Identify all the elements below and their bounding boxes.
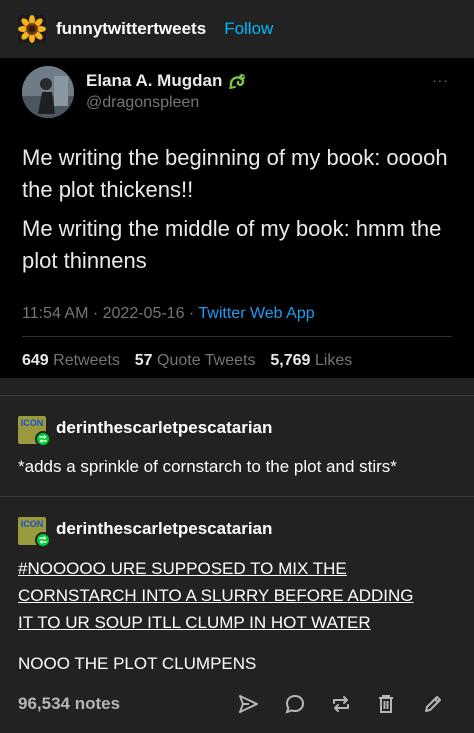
author-photo-icon: [22, 66, 74, 118]
sunflower-icon: [18, 15, 46, 43]
reblogger-name[interactable]: derinthescarletpescatarian: [56, 519, 272, 539]
notes-count[interactable]: 96,534 notes: [18, 694, 120, 714]
edit-icon[interactable]: [419, 690, 447, 718]
more-options-icon: ···: [432, 72, 449, 88]
quotes-label: Quote Tweets: [157, 352, 256, 369]
post-footer: 96,534 notes: [0, 680, 474, 728]
reblog-icon[interactable]: [327, 690, 355, 718]
reblog-1: ICON derinthescarletpescatarian *adds a …: [0, 396, 474, 496]
share-icon[interactable]: [234, 690, 262, 718]
tweet-text-line-2: Me writing the middle of my book: hmm th…: [22, 216, 442, 273]
dragon-icon: [228, 72, 248, 90]
retweets-label: Retweets: [53, 352, 120, 369]
delete-icon[interactable]: [372, 690, 400, 718]
reply-icon[interactable]: [281, 690, 309, 718]
reblog-badge-icon: [35, 431, 51, 447]
tweet-author-handle: @dragonspleen: [86, 94, 200, 111]
reblog-badge-icon: [35, 532, 51, 548]
tweet-text-line-1: Me writing the beginning of my book: ooo…: [22, 145, 448, 202]
likes-label: Likes: [314, 352, 353, 369]
tweet-author-name: Elana A. Mugdan: [86, 71, 248, 91]
reblog-text: *adds a sprinkle of cornstarch to the pl…: [18, 457, 397, 476]
reblog-2: ICON derinthescarletpescatarian #NOOOOO …: [0, 497, 474, 680]
hashtag-link[interactable]: #NOOOOO URE SUPPOSED TO MIX THE CORNSTAR…: [18, 555, 458, 636]
blog-name[interactable]: funnytwittertweets: [56, 19, 206, 39]
follow-button[interactable]: Follow: [224, 19, 273, 39]
tweet-avatar: [22, 66, 74, 118]
quotes-count: 57: [134, 352, 153, 369]
hashtag-line-3[interactable]: IT TO UR SOUP ITLL CLUMP IN HOT WATER: [18, 609, 458, 636]
blog-avatar[interactable]: [18, 15, 46, 43]
reblogger-name[interactable]: derinthescarletpescatarian: [56, 418, 272, 438]
tweet-timestamp: 11:54 AM · 2022-05-16 · Twitter Web App: [22, 305, 315, 322]
hashtag-line-2[interactable]: CORNSTARCH INTO A SLURRY BEFORE ADDING: [18, 582, 458, 609]
tweet-stats: 649 Retweets 57 Quote Tweets 5,769 Likes: [22, 352, 352, 370]
retweets-count: 649: [22, 352, 49, 369]
post-header: funnytwittertweets Follow: [0, 0, 474, 58]
divider: [22, 336, 452, 337]
likes-count: 5,769: [270, 352, 311, 369]
tweet-screenshot: Elana A. Mugdan @dragonspleen ··· Me wri…: [0, 58, 474, 378]
tweet-source: Twitter Web App: [198, 305, 315, 322]
hashtag-line-1[interactable]: #NOOOOO URE SUPPOSED TO MIX THE: [18, 555, 458, 582]
reblog-text: NOOO THE PLOT CLUMPENS: [18, 654, 257, 673]
